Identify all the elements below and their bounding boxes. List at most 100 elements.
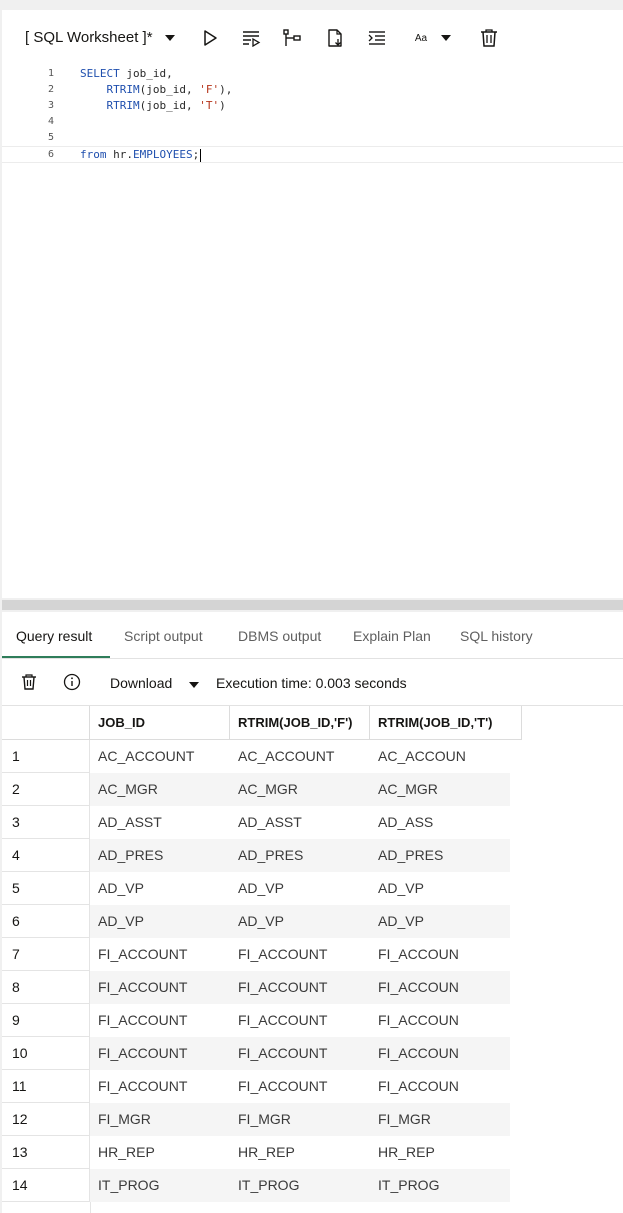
result-tabs: Query result Script output DBMS output Expl… [2, 612, 623, 659]
code-line[interactable]: 5 [2, 130, 623, 146]
table-cell[interactable]: AD_ASST [90, 806, 230, 839]
table-cell[interactable]: FI_ACCOUNT [230, 1070, 370, 1103]
autotrace-button[interactable] [322, 26, 348, 50]
table-cell[interactable]: FI_ACCOUN [370, 938, 510, 971]
table-cell[interactable]: AD_VP [370, 872, 510, 905]
table-cell[interactable]: AC_MGR [370, 773, 510, 806]
panel-splitter[interactable] [2, 600, 623, 610]
code-line[interactable]: 6 from hr.EMPLOYEES; [2, 146, 623, 163]
explain-plan-button[interactable] [279, 26, 305, 50]
table-row[interactable]: 11 FI_ACCOUNT FI_ACCOUNT FI_ACCOUN [2, 1070, 510, 1103]
table-cell[interactable]: AD_PRES [370, 839, 510, 872]
code-line[interactable]: 1 SELECT job_id, [2, 66, 623, 82]
table-cell[interactable]: FI_ACCOUNT [230, 971, 370, 1004]
table-cell[interactable]: FI_MGR [370, 1103, 510, 1136]
table-row[interactable]: 4 AD_PRES AD_PRES AD_PRES [2, 839, 510, 872]
table-cell[interactable]: FI_ACCOUN [370, 1070, 510, 1103]
worksheet-title[interactable]: [ SQL Worksheet ]* [25, 29, 153, 46]
format-button[interactable] [364, 26, 390, 50]
table-row[interactable]: 13 HR_REP HR_REP HR_REP [2, 1136, 510, 1169]
table-cell[interactable]: AD_ASS [370, 806, 510, 839]
table-cell[interactable]: AC_ACCOUNT [90, 740, 230, 773]
table-cell[interactable]: FI_ACCOUNT [90, 1037, 230, 1070]
table-cell[interactable]: AD_VP [90, 872, 230, 905]
table-cell[interactable]: AD_VP [230, 905, 370, 938]
code-token: (job_id, [139, 99, 200, 112]
chevron-down-icon[interactable] [165, 35, 175, 41]
tab-script-output[interactable]: Script output [124, 628, 203, 644]
clear-button[interactable] [476, 26, 502, 50]
code-token: ), [219, 83, 233, 96]
worksheet-toolbar: [ SQL Worksheet ]* Aa [2, 10, 623, 66]
code-token: 'T' [199, 99, 220, 112]
column-header[interactable]: RTRIM(JOB_ID,'F') [230, 706, 370, 739]
download-button[interactable]: Download [110, 675, 172, 691]
code-token: RTRIM [80, 99, 140, 112]
table-row[interactable]: 2 AC_MGR AC_MGR AC_MGR [2, 773, 510, 806]
table-cell[interactable]: FI_ACCOUNT [90, 938, 230, 971]
info-button[interactable] [61, 671, 83, 693]
table-cell[interactable]: FI_ACCOUN [370, 1004, 510, 1037]
sql-editor[interactable]: 1 SELECT job_id, 2 RTRIM(job_id, 'F'), 3 RT… [2, 66, 623, 176]
table-cell[interactable]: AD_ASST [230, 806, 370, 839]
table-cell[interactable]: AD_VP [230, 872, 370, 905]
table-cell[interactable]: IT_PROG [370, 1169, 510, 1202]
tab-dbms-output[interactable]: DBMS output [238, 628, 321, 644]
table-cell[interactable]: HR_REP [90, 1136, 230, 1169]
table-cell[interactable]: AD_PRES [90, 839, 230, 872]
table-row[interactable]: 14 IT_PROG IT_PROG IT_PROG [2, 1169, 510, 1202]
table-cell[interactable]: FI_ACCOUNT [230, 1037, 370, 1070]
table-cell[interactable]: FI_ACCOUNT [90, 1004, 230, 1037]
table-cell[interactable]: HR_REP [370, 1136, 510, 1169]
table-row[interactable]: 1 AC_ACCOUNT AC_ACCOUNT AC_ACCOUN [2, 740, 510, 773]
table-row[interactable]: 9 FI_ACCOUNT FI_ACCOUNT FI_ACCOUN [2, 1004, 510, 1037]
table-cell[interactable]: FI_ACCOUN [370, 971, 510, 1004]
code-line[interactable]: 4 [2, 114, 623, 130]
table-row[interactable]: 8 FI_ACCOUNT FI_ACCOUNT FI_ACCOUN [2, 971, 510, 1004]
table-cell[interactable]: FI_MGR [90, 1103, 230, 1136]
line-number: 5 [47, 132, 54, 143]
code-line[interactable]: 2 RTRIM(job_id, 'F'), [2, 82, 623, 98]
chevron-down-icon[interactable] [189, 682, 199, 688]
table-cell[interactable]: AC_MGR [230, 773, 370, 806]
table-cell[interactable]: AD_PRES [230, 839, 370, 872]
table-cell[interactable]: FI_MGR [230, 1103, 370, 1136]
table-cell[interactable]: AD_VP [370, 905, 510, 938]
table-cell[interactable]: HR_REP [230, 1136, 370, 1169]
code-line[interactable]: 3 RTRIM(job_id, 'T') [2, 98, 623, 114]
row-number: 8 [2, 971, 90, 1004]
table-cell[interactable]: AC_ACCOUN [370, 740, 510, 773]
table-row[interactable]: 12 FI_MGR FI_MGR FI_MGR [2, 1103, 510, 1136]
table-cell[interactable]: FI_ACCOUNT [90, 1070, 230, 1103]
table-cell[interactable]: FI_ACCOUNT [230, 1004, 370, 1037]
table-cell[interactable]: AC_ACCOUNT [230, 740, 370, 773]
table-row[interactable]: 10 FI_ACCOUNT FI_ACCOUNT FI_ACCOUN [2, 1037, 510, 1070]
font-size-button[interactable]: Aa [408, 26, 434, 50]
tab-sql-history[interactable]: SQL history [460, 628, 533, 644]
grid-header: JOB_ID RTRIM(JOB_ID,'F') RTRIM(JOB_ID,'T') [2, 706, 522, 740]
table-cell[interactable]: AD_VP [90, 905, 230, 938]
autotrace-icon [328, 29, 342, 47]
table-cell[interactable]: AC_MGR [90, 773, 230, 806]
table-cell[interactable]: IT_PROG [90, 1169, 230, 1202]
table-cell[interactable]: FI_ACCOUNT [230, 938, 370, 971]
active-tab-indicator [2, 656, 110, 658]
tab-query-result[interactable]: Query result [16, 628, 92, 644]
run-statement-button[interactable] [197, 26, 223, 50]
table-row[interactable]: 3 AD_ASST AD_ASST AD_ASS [2, 806, 510, 839]
code-token: hr. [106, 148, 133, 161]
run-script-button[interactable] [238, 26, 264, 50]
table-cell[interactable]: IT_PROG [230, 1169, 370, 1202]
table-cell[interactable]: FI_ACCOUNT [90, 971, 230, 1004]
chevron-down-icon[interactable] [441, 35, 451, 41]
clear-results-button[interactable] [18, 671, 40, 693]
table-row[interactable]: 7 FI_ACCOUNT FI_ACCOUNT FI_ACCOUN [2, 938, 510, 971]
tab-explain-plan[interactable]: Explain Plan [353, 628, 431, 644]
table-cell[interactable]: FI_ACCOUN [370, 1037, 510, 1070]
table-row[interactable]: 6 AD_VP AD_VP AD_VP [2, 905, 510, 938]
code-token: ) [219, 99, 226, 112]
column-header[interactable]: JOB_ID [90, 706, 230, 739]
table-row[interactable]: 5 AD_VP AD_VP AD_VP [2, 872, 510, 905]
execution-time: Execution time: 0.003 seconds [216, 675, 407, 691]
column-header[interactable]: RTRIM(JOB_ID,'T') [370, 706, 522, 739]
